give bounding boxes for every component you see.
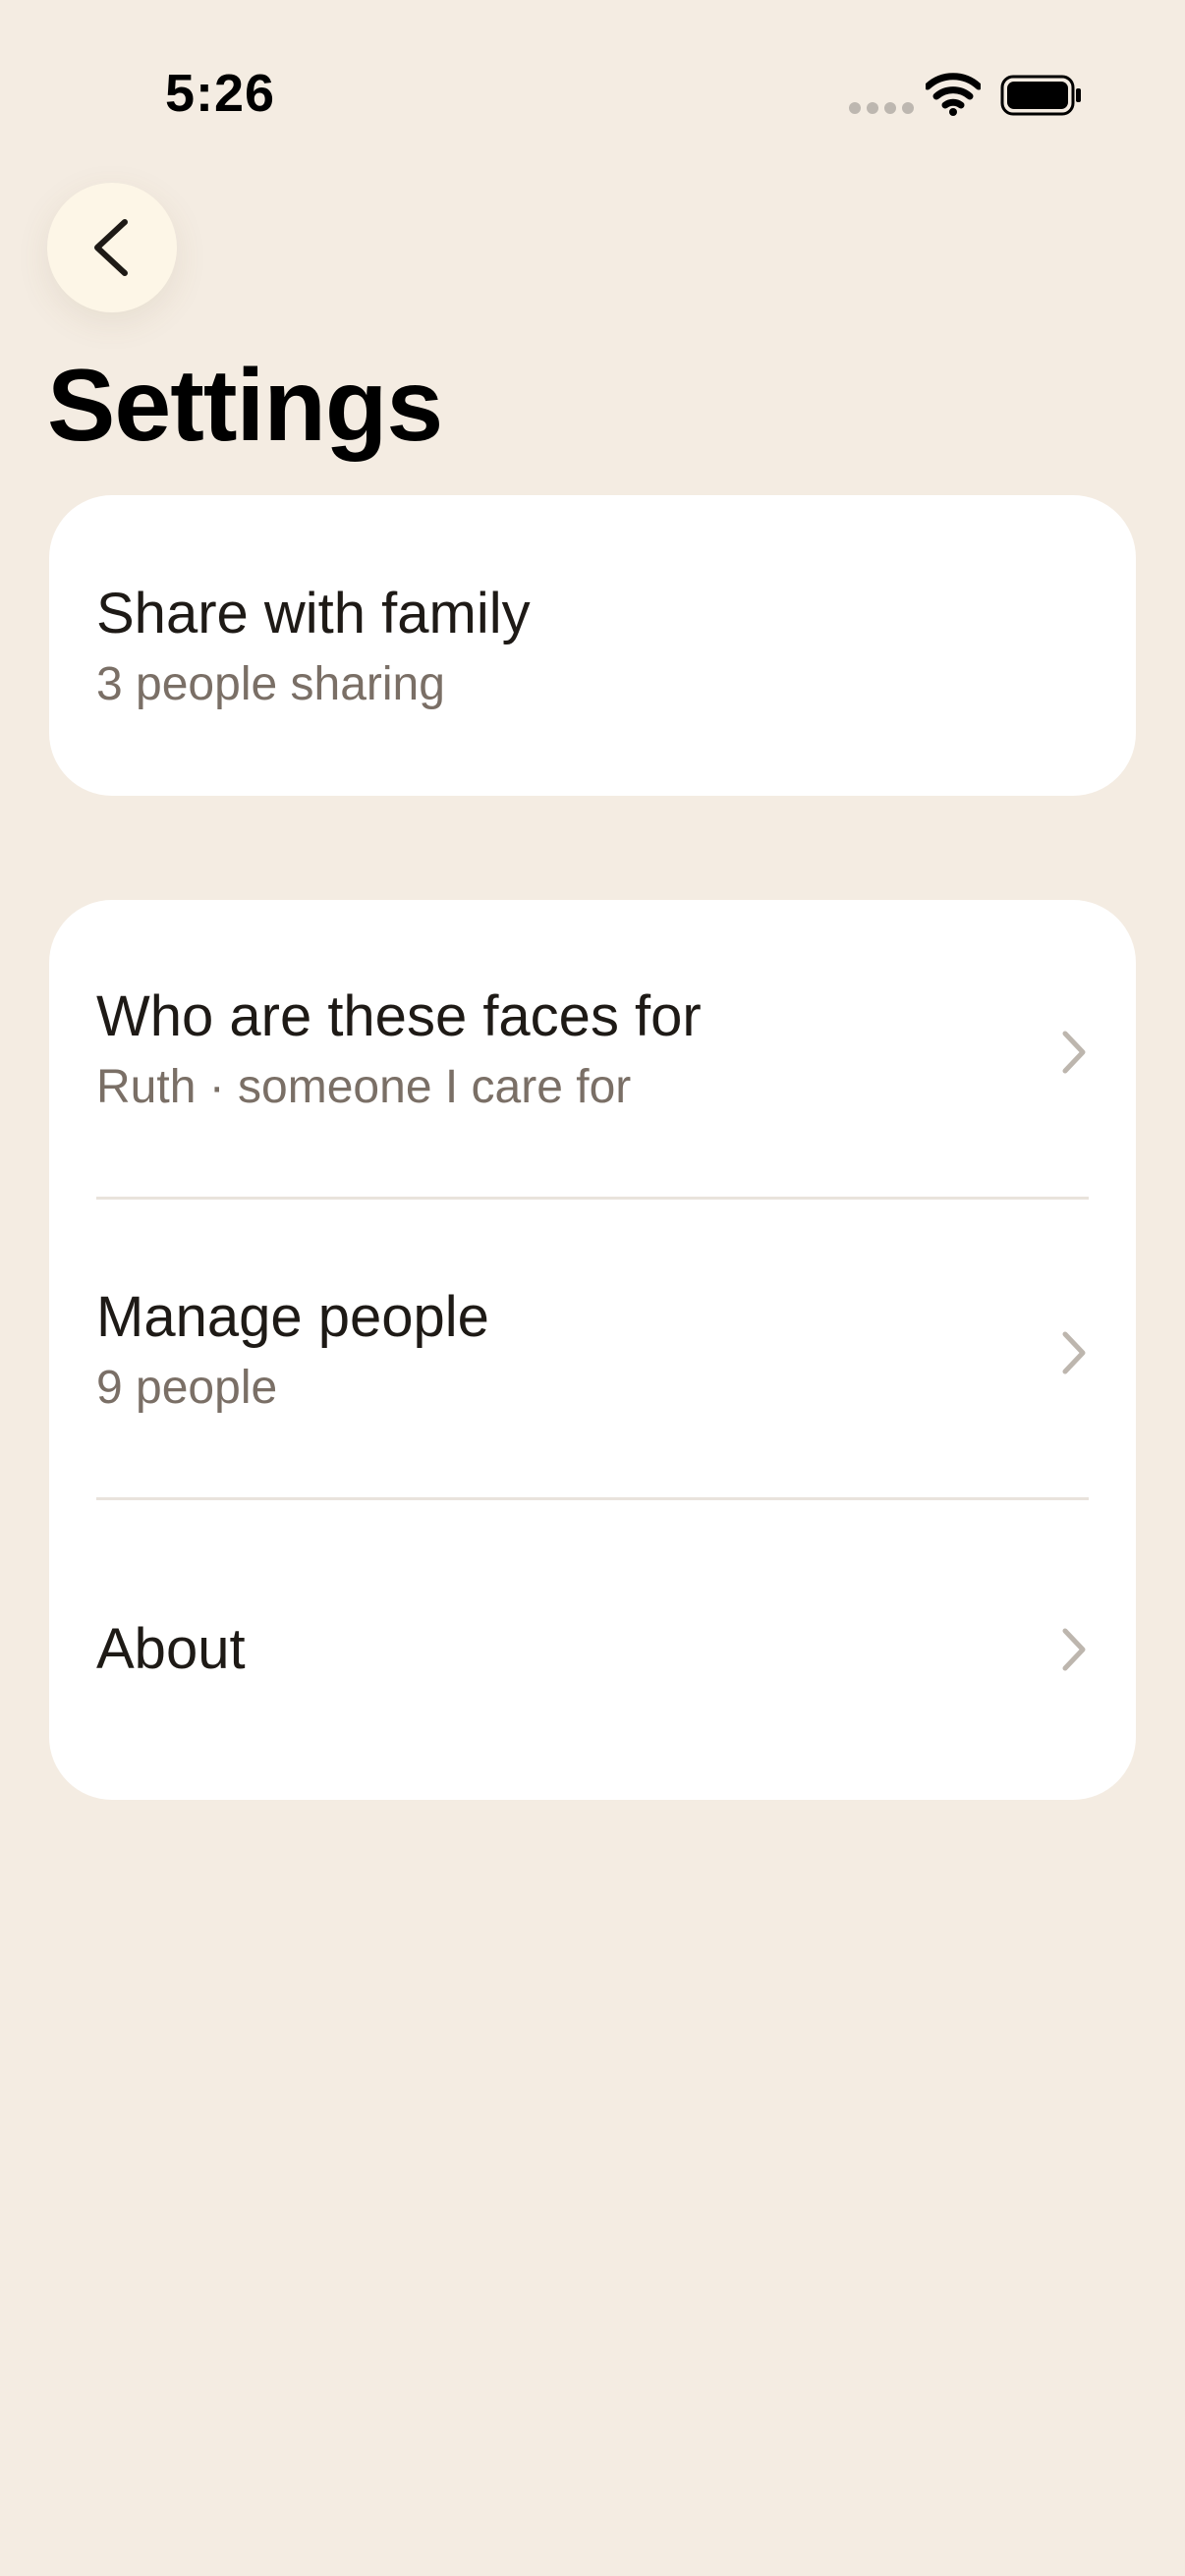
settings-item-title: About — [96, 1617, 246, 1681]
back-button[interactable] — [47, 183, 177, 312]
cellular-signal-icon — [849, 102, 914, 114]
share-with-family-row[interactable]: Share with family 3 people sharing — [96, 580, 1089, 712]
page-title: Settings — [47, 349, 443, 463]
wifi-icon — [926, 73, 981, 116]
chevron-left-icon — [94, 219, 128, 276]
divider — [96, 1197, 1089, 1200]
settings-item-faces-for[interactable]: Who are these faces for Ruth · someone I… — [96, 982, 1089, 1130]
settings-item-about[interactable]: About — [96, 1615, 1089, 1694]
battery-icon — [1000, 75, 1081, 116]
share-with-family-card[interactable]: Share with family 3 people sharing — [49, 495, 1136, 796]
settings-list-card: Who are these faces for Ruth · someone I… — [49, 900, 1136, 1800]
status-time: 5:26 — [165, 64, 276, 123]
chevron-right-icon — [1062, 1331, 1086, 1374]
status-bar: 5:26 — [0, 0, 1185, 196]
chevron-right-icon — [1062, 1031, 1086, 1074]
settings-item-subtitle: 9 people — [96, 1361, 278, 1414]
share-with-family-subtitle: 3 people sharing — [96, 657, 445, 710]
settings-item-manage-people[interactable]: Manage people 9 people — [96, 1283, 1089, 1430]
settings-item-title: Manage people — [96, 1285, 489, 1349]
divider — [96, 1497, 1089, 1500]
settings-item-subtitle: Ruth · someone I care for — [96, 1060, 632, 1113]
share-with-family-title: Share with family — [96, 582, 531, 645]
chevron-right-icon — [1062, 1628, 1086, 1671]
settings-item-title: Who are these faces for — [96, 984, 702, 1048]
